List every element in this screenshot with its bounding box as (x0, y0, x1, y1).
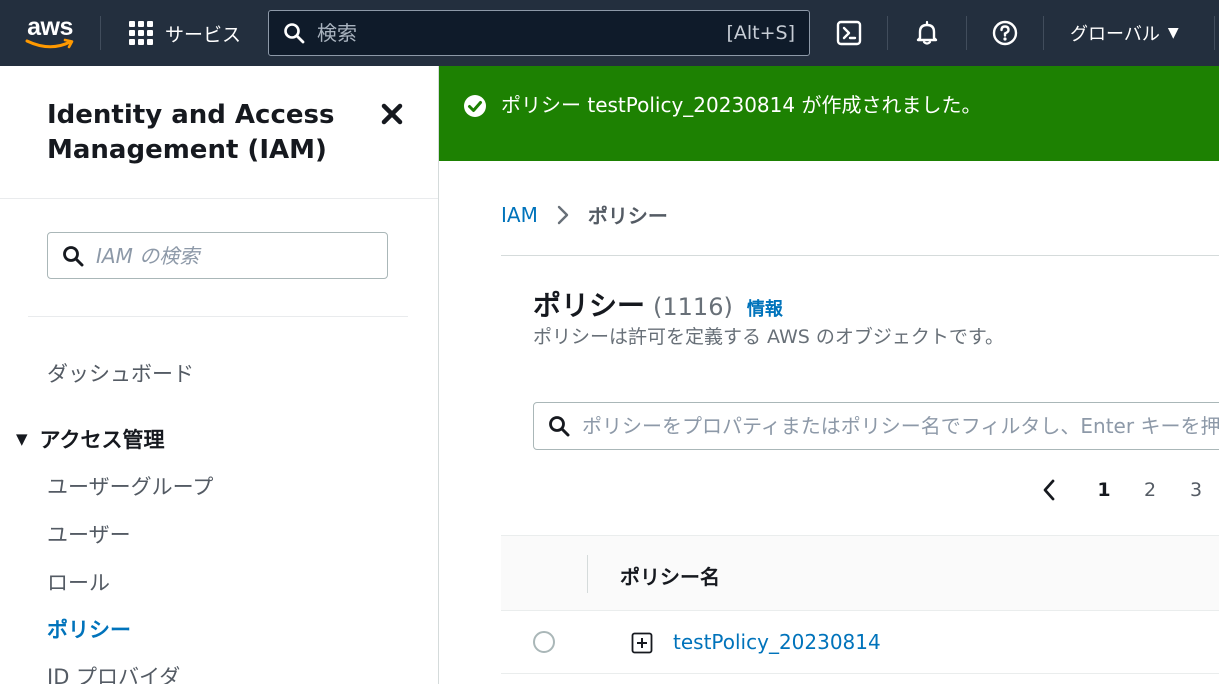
sidebar-section-access-management[interactable]: ▼ アクセス管理 (16, 424, 165, 454)
sidebar-search-box[interactable] (47, 232, 388, 279)
bell-icon (916, 20, 938, 45)
page-button-3[interactable]: 3 (1173, 479, 1219, 501)
search-icon (63, 245, 84, 266)
sidebar-item-roles[interactable]: ロール (47, 567, 110, 597)
policy-filter-input[interactable] (582, 414, 1219, 438)
sidebar-divider (0, 198, 438, 199)
sidebar-item-user-groups[interactable]: ユーザーグループ (47, 471, 213, 501)
chevron-left-icon (1043, 479, 1055, 501)
aws-logo[interactable]: aws (0, 0, 100, 66)
global-search-input[interactable] (317, 21, 727, 45)
caret-down-icon: ▼ (1167, 25, 1179, 41)
sidebar: Identity and Access Management (IAM) ダッシ… (0, 66, 439, 684)
page-title: ポリシー (1116) 情報 (533, 284, 783, 324)
pagination: 1 2 3 (1035, 474, 1219, 506)
success-flash-banner: ポリシー testPolicy_20230814 が作成されました。 (439, 66, 1219, 161)
global-search-box[interactable]: [Alt+S] (268, 10, 810, 56)
help-button[interactable] (989, 17, 1021, 49)
caret-down-icon: ▼ (16, 430, 28, 448)
info-link[interactable]: 情報 (747, 295, 783, 321)
policy-name-link[interactable]: testPolicy_20230814 (673, 630, 881, 654)
policies-title: ポリシー (533, 289, 646, 322)
nav-divider (887, 16, 888, 50)
previous-page-button[interactable] (1035, 474, 1063, 506)
policies-description: ポリシーは許可を定義する AWS のオブジェクトです。 (533, 326, 1004, 348)
sidebar-item-dashboard[interactable]: ダッシュボード (47, 358, 194, 388)
grid-icon (129, 21, 153, 45)
breadcrumb-link-iam[interactable]: IAM (501, 203, 538, 227)
nav-divider (1043, 16, 1044, 50)
help-icon (992, 20, 1018, 46)
sidebar-item-users[interactable]: ユーザー (47, 519, 131, 549)
sidebar-title: Identity and Access Management (IAM) (47, 100, 335, 165)
close-sidebar-button[interactable] (378, 100, 406, 128)
region-selector[interactable]: グローバル ▼ (1070, 18, 1179, 48)
policies-panel: ポリシー (1116) 情報 ポリシーは許可を定義する AWS のオブジェクトで… (501, 255, 1219, 684)
policies-panel-header: ポリシー (1116) 情報 ポリシーは許可を定義する AWS のオブジェクトで… (501, 256, 1219, 535)
aws-logo-text: aws (27, 13, 73, 41)
plus-square-icon (631, 632, 653, 654)
close-icon (381, 103, 403, 125)
search-icon (284, 23, 305, 44)
check-circle-icon (464, 95, 486, 117)
sidebar-search-input[interactable] (96, 243, 373, 268)
nav-divider (1214, 16, 1215, 50)
page-button-1[interactable]: 1 (1081, 479, 1127, 501)
table-row: testPolicy_20230814 (501, 612, 1219, 674)
policies-count: (1116) (653, 293, 733, 321)
breadcrumb: IAM ポリシー (501, 200, 668, 229)
column-header-policy-name[interactable]: ポリシー名 (620, 561, 720, 590)
sidebar-item-policies[interactable]: ポリシー (47, 614, 131, 644)
chevron-right-icon (556, 204, 570, 226)
table-header: ポリシー名 (501, 535, 1219, 611)
services-label: サービス (165, 23, 242, 46)
page-button-2[interactable]: 2 (1127, 479, 1173, 501)
cloudshell-button[interactable] (833, 17, 865, 49)
breadcrumb-current: ポリシー (587, 204, 668, 228)
column-divider (587, 555, 588, 593)
nav-divider (966, 16, 967, 50)
sidebar-divider (28, 316, 408, 317)
notifications-button[interactable] (911, 17, 943, 49)
cloudshell-icon (836, 20, 862, 46)
search-shortcut-hint: [Alt+S] (726, 22, 795, 44)
flash-message: ポリシー testPolicy_20230814 が作成されました。 (501, 93, 982, 117)
sidebar-section-label: アクセス管理 (39, 428, 165, 452)
policy-filter-box[interactable] (533, 402, 1219, 450)
region-label: グローバル (1070, 24, 1160, 45)
row-select-radio[interactable] (533, 631, 555, 653)
aws-smile-icon (25, 38, 74, 49)
sidebar-item-identity-providers[interactable]: ID プロバイダ (47, 661, 180, 684)
services-menu-button[interactable]: サービス (101, 0, 267, 66)
search-icon (549, 416, 570, 437)
expand-row-button[interactable] (631, 632, 653, 654)
